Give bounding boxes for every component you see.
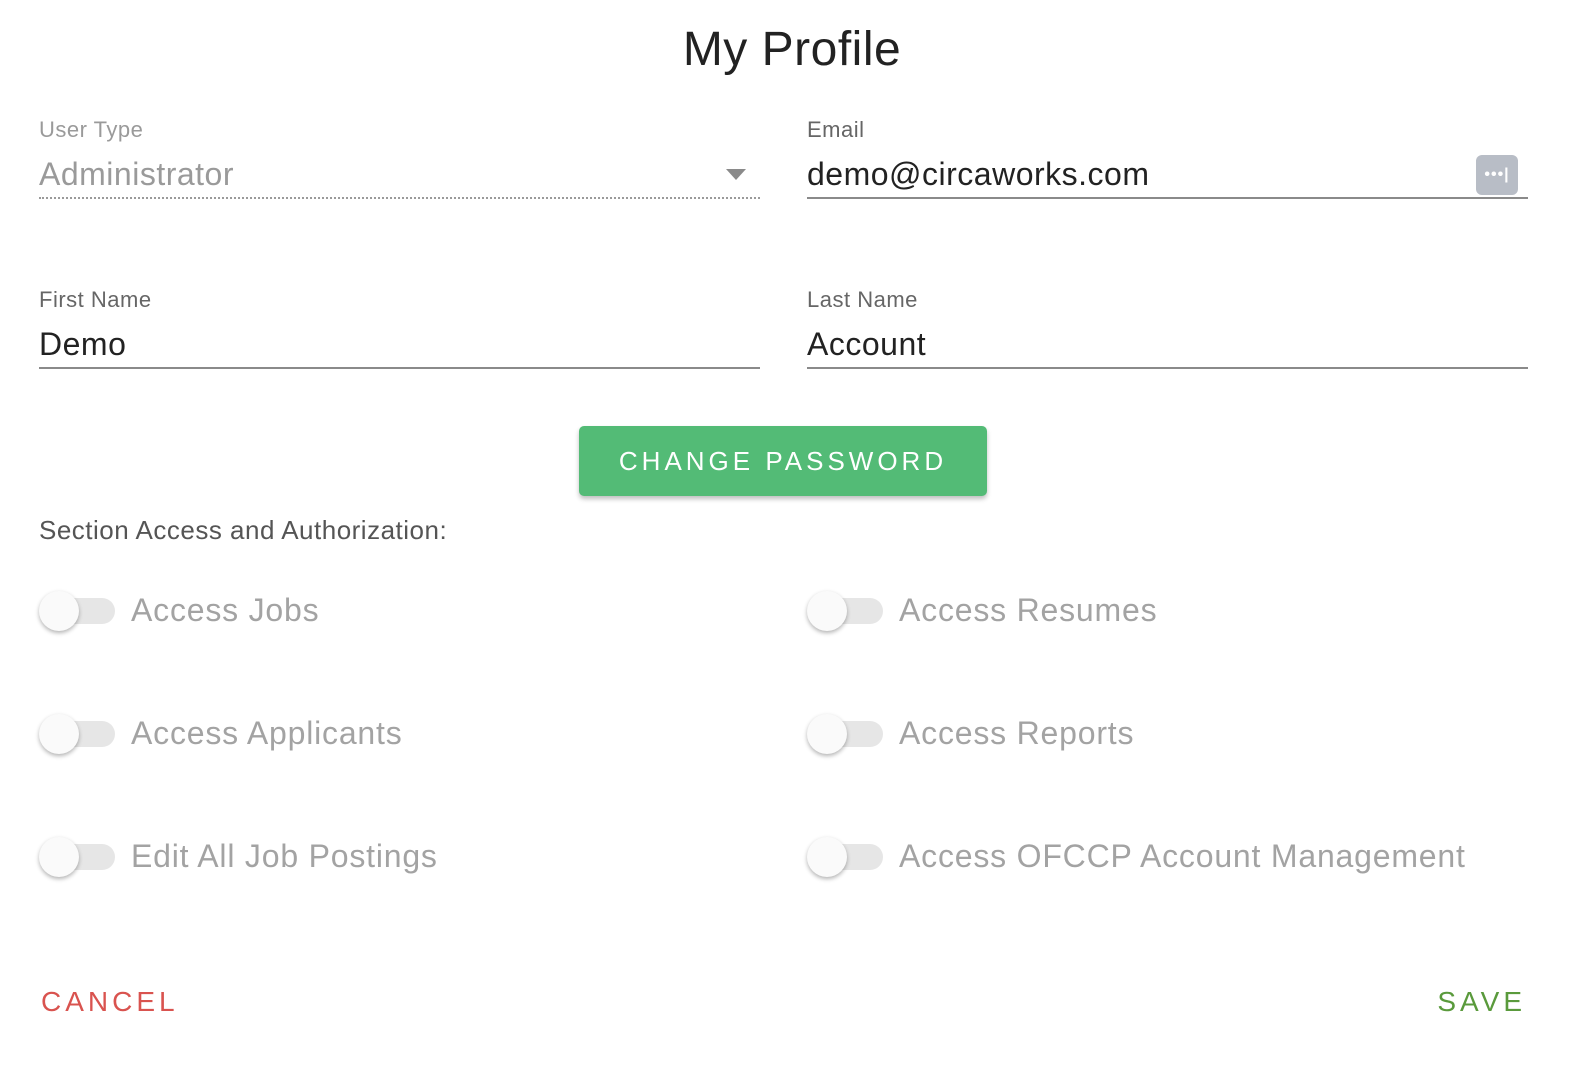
user-type-value[interactable]: Administrator bbox=[39, 151, 760, 199]
last-name-label: Last Name bbox=[807, 287, 918, 312]
access-reports-toggle[interactable] bbox=[807, 708, 883, 758]
toggle-row-access-applicants[interactable]: Access Applicants bbox=[39, 708, 403, 758]
toggle-knob[interactable] bbox=[807, 837, 847, 877]
cancel-button[interactable]: CANCEL bbox=[41, 986, 179, 1018]
access-resumes-toggle[interactable] bbox=[807, 585, 883, 635]
email-input[interactable]: demo@circaworks.com bbox=[807, 151, 1528, 199]
edit-all-job-postings-toggle[interactable] bbox=[39, 831, 115, 881]
toggle-row-access-resumes[interactable]: Access Resumes bbox=[807, 585, 1157, 635]
access-applicants-toggle[interactable] bbox=[39, 708, 115, 758]
user-type-label: User Type bbox=[39, 117, 144, 142]
change-password-button[interactable]: CHANGE PASSWORD bbox=[579, 426, 987, 496]
access-ofccp-toggle[interactable] bbox=[807, 831, 883, 881]
access-reports-label: Access Reports bbox=[899, 714, 1135, 751]
user-type-select[interactable]: User Type Administrator bbox=[39, 117, 760, 199]
toggle-knob[interactable] bbox=[807, 591, 847, 631]
access-resumes-label: Access Resumes bbox=[899, 591, 1158, 628]
toggle-knob[interactable] bbox=[39, 591, 79, 631]
access-jobs-toggle[interactable] bbox=[39, 585, 115, 635]
toggle-row-access-ofccp[interactable]: Access OFCCP Account Management bbox=[807, 831, 1466, 881]
last-name-input[interactable]: Account bbox=[807, 321, 1528, 369]
save-button[interactable]: SAVE bbox=[1437, 986, 1526, 1018]
toggle-row-access-jobs[interactable]: Access Jobs bbox=[39, 585, 319, 635]
email-field[interactable]: Email demo@circaworks.com •••| bbox=[807, 117, 1528, 199]
toggle-row-access-reports[interactable]: Access Reports bbox=[807, 708, 1134, 758]
page-title: My Profile bbox=[682, 23, 902, 76]
toggle-knob[interactable] bbox=[807, 714, 847, 754]
access-applicants-label: Access Applicants bbox=[131, 714, 403, 751]
access-jobs-label: Access Jobs bbox=[131, 591, 320, 628]
access-ofccp-label: Access OFCCP Account Management bbox=[899, 837, 1466, 874]
edit-all-job-postings-label: Edit All Job Postings bbox=[131, 837, 438, 874]
email-label: Email bbox=[807, 117, 865, 142]
toggle-knob[interactable] bbox=[39, 837, 79, 877]
toggle-row-edit-all-job-postings[interactable]: Edit All Job Postings bbox=[39, 831, 438, 881]
last-name-field[interactable]: Last Name Account bbox=[807, 287, 1528, 369]
first-name-input[interactable]: Demo bbox=[39, 321, 760, 369]
first-name-field[interactable]: First Name Demo bbox=[39, 287, 760, 369]
toggle-knob[interactable] bbox=[39, 714, 79, 754]
first-name-label: First Name bbox=[39, 287, 152, 312]
section-access-label: Section Access and Authorization: bbox=[39, 515, 448, 545]
password-manager-icon[interactable]: •••| bbox=[1476, 155, 1518, 195]
chevron-down-icon[interactable] bbox=[726, 169, 746, 180]
